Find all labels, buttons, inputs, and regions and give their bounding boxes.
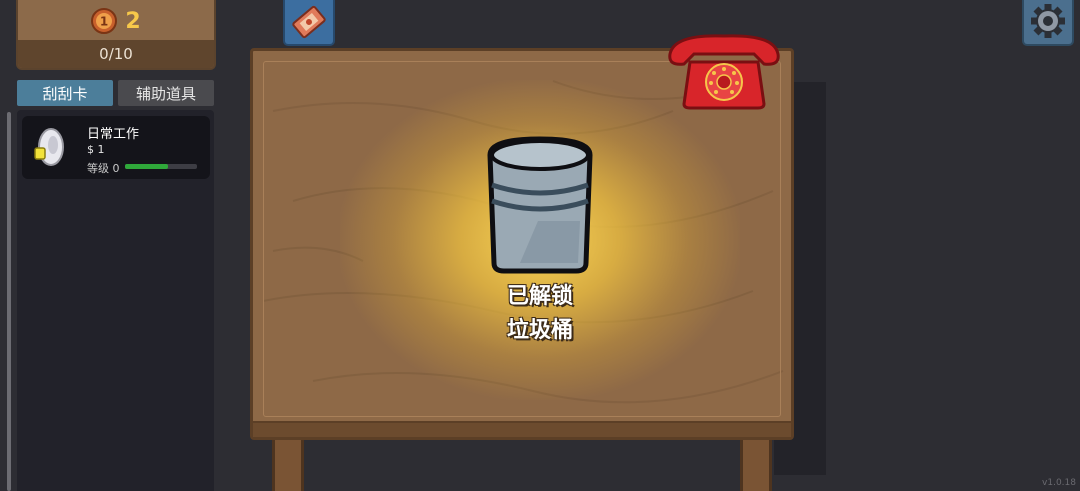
card-price: $ 1 <box>87 143 105 156</box>
version-label: v1.0.18 <box>1042 478 1076 488</box>
scratch-card-icon <box>34 128 64 166</box>
table-edge <box>253 421 791 437</box>
ticket-icon <box>292 5 326 39</box>
ticket-button[interactable] <box>283 0 335 46</box>
tab-helper-items[interactable]: 辅助道具 <box>118 80 214 106</box>
settings-button[interactable] <box>1022 0 1074 46</box>
card-name: 日常工作 <box>87 127 140 142</box>
unlock-title: 已解锁 <box>506 284 573 309</box>
trash-bin-icon <box>487 136 593 274</box>
table-leg-right <box>740 440 772 491</box>
unlocked-item-name: 垃圾桶 <box>506 318 573 343</box>
level-progress-bar <box>125 164 197 169</box>
level-progress-fill <box>125 164 169 169</box>
list-item[interactable]: 日常工作 $ 1 等级 0 <box>22 116 210 179</box>
coin-row: 1 2 <box>18 4 214 38</box>
progress-counter: 0/10 <box>18 40 214 68</box>
coin-panel: 1 2 0/10 <box>16 0 216 70</box>
card-level: 等级 0 <box>87 162 120 175</box>
scrollbar[interactable] <box>7 112 11 491</box>
unlock-message: 已解锁 垃圾桶 <box>440 280 640 348</box>
coin-count: 2 <box>125 8 141 34</box>
coin-icon: 1 <box>91 8 118 34</box>
table-leg-left <box>272 440 304 491</box>
gear-icon <box>1031 4 1065 38</box>
svg-text:1: 1 <box>100 15 108 29</box>
telephone-icon[interactable] <box>664 32 784 112</box>
tab-scratch-cards[interactable]: 刮刮卡 <box>17 80 113 106</box>
